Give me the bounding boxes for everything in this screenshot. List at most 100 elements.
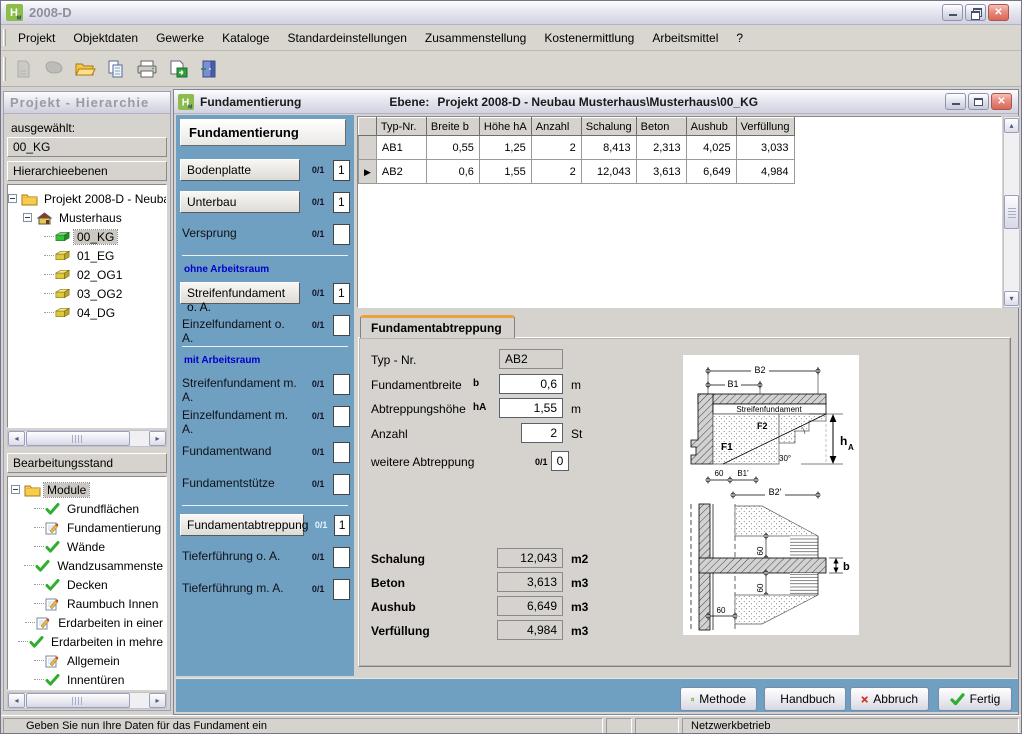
scrollbar-thumb[interactable] <box>1004 195 1019 229</box>
scroll-left-button[interactable]: ◂ <box>8 431 25 446</box>
cell[interactable]: AB1 <box>376 136 426 160</box>
tree-node-floor[interactable]: 00_KG <box>8 227 166 246</box>
scroll-left-button[interactable]: ◂ <box>8 693 25 708</box>
cell[interactable]: 2 <box>531 136 581 160</box>
module-item[interactable]: Decken <box>8 575 166 594</box>
cell[interactable]: 2,313 <box>636 136 686 160</box>
bodenplatte-count-field[interactable]: 1 <box>333 160 350 181</box>
unterbau-button[interactable]: Unterbau <box>180 191 300 213</box>
cell[interactable]: 3,613 <box>636 160 686 184</box>
module-item[interactable]: Erdarbeiten in einer <box>8 613 166 632</box>
streifenfundament-oa-button[interactable]: Streifenfundament o. A. <box>180 282 300 304</box>
col-typ-nr[interactable]: Typ-Nr. <box>376 118 426 136</box>
module-item[interactable]: Fundamentierung <box>8 518 166 537</box>
versprung-count-field[interactable] <box>333 224 350 245</box>
restore-button[interactable] <box>965 4 986 21</box>
fundamentstuetze-count-field[interactable] <box>333 474 350 495</box>
scroll-right-button[interactable]: ▸ <box>149 431 166 446</box>
tree-node-floor[interactable]: 01_EG <box>8 246 166 265</box>
col-hoehe-ha[interactable]: Höhe hA <box>479 118 531 136</box>
module-item[interactable]: Innentüren <box>8 670 166 689</box>
scroll-right-button[interactable]: ▸ <box>149 693 166 708</box>
tree-node-floor[interactable]: 02_OG1 <box>8 265 166 284</box>
fundamentwand-item[interactable]: Fundamentwand <box>180 441 300 463</box>
cell[interactable]: 8,413 <box>581 136 636 160</box>
print-icon[interactable] <box>133 56 161 82</box>
menu-kataloge[interactable]: Kataloge <box>213 27 278 49</box>
row-selector[interactable] <box>359 136 377 160</box>
streifenfundament-ma-count-field[interactable] <box>333 374 350 395</box>
einzelfundament-oa-item[interactable]: Einzelfundament o. A. <box>180 314 300 336</box>
copy-icon[interactable] <box>102 56 130 82</box>
anzahl-field[interactable]: 2 <box>521 423 563 443</box>
abbruch-button[interactable]: Abbruch <box>850 687 929 711</box>
module-item[interactable]: Wandzusammenste <box>8 556 166 575</box>
new-document-icon[interactable] <box>9 56 37 82</box>
cell[interactable]: 4,984 <box>736 160 794 184</box>
unterbau-count-field[interactable]: 1 <box>333 192 350 213</box>
einzelfundament-ma-item[interactable]: Einzelfundament m. A. <box>180 405 300 427</box>
scrollbar-thumb[interactable] <box>26 693 130 708</box>
minimize-button[interactable] <box>945 93 966 110</box>
col-breite-b[interactable]: Breite b <box>426 118 479 136</box>
scroll-down-button[interactable]: ▾ <box>1004 291 1019 306</box>
tree-node-module[interactable]: Module <box>8 480 166 499</box>
cell[interactable]: 3,033 <box>736 136 794 160</box>
cell[interactable]: 1,25 <box>479 136 531 160</box>
exit-door-icon[interactable] <box>195 56 223 82</box>
minimize-button[interactable] <box>942 4 963 21</box>
scrollbar-thumb[interactable] <box>26 431 130 446</box>
tree-node-building[interactable]: Musterhaus <box>8 208 166 227</box>
streifenfundament-oa-count-field[interactable]: 1 <box>333 283 350 304</box>
abtreppungshoehe-field[interactable]: 1,55 <box>499 398 563 418</box>
table-row-active[interactable]: ▶ AB2 0,6 1,55 2 12,043 3,613 6,649 4,98… <box>359 160 795 184</box>
fundamentwand-count-field[interactable] <box>333 442 350 463</box>
bodenplatte-button[interactable]: Bodenplatte <box>180 159 300 181</box>
cell[interactable]: 0,6 <box>426 160 479 184</box>
open-disabled-icon[interactable] <box>40 56 68 82</box>
menu-arbeitsmittel[interactable]: Arbeitsmittel <box>643 27 727 49</box>
cell[interactable]: 1,55 <box>479 160 531 184</box>
export-icon[interactable] <box>164 56 192 82</box>
col-anzahl[interactable]: Anzahl <box>531 118 581 136</box>
collapse-icon[interactable] <box>11 485 20 494</box>
fundamentstuetze-item[interactable]: Fundamentstütze <box>180 473 300 495</box>
versprung-item[interactable]: Versprung <box>180 223 300 245</box>
col-schalung[interactable]: Schalung <box>581 118 636 136</box>
scroll-up-button[interactable]: ▴ <box>1004 118 1019 133</box>
methode-button[interactable]: H M Methode <box>680 687 757 711</box>
module-item[interactable]: Grundflächen <box>8 499 166 518</box>
cell[interactable]: AB2 <box>376 160 426 184</box>
close-button[interactable]: ✕ <box>991 93 1012 110</box>
tieferfuehrung-oa-count-field[interactable] <box>333 547 350 568</box>
einzelfundament-oa-count-field[interactable] <box>333 315 350 336</box>
tree-node-floor[interactable]: 04_DG <box>8 303 166 322</box>
cell[interactable]: 12,043 <box>581 160 636 184</box>
fertig-button[interactable]: Fertig <box>938 687 1012 711</box>
row-selector-active[interactable]: ▶ <box>359 160 377 184</box>
cell[interactable]: 4,025 <box>686 136 736 160</box>
module-item[interactable]: Allgemein <box>8 651 166 670</box>
menu-help[interactable]: ? <box>727 27 752 49</box>
tieferfuehrung-ma-item[interactable]: Tieferführung m. A. <box>180 578 300 600</box>
menu-projekt[interactable]: Projekt <box>9 27 64 49</box>
streifenfundament-ma-item[interactable]: Streifenfundament m. A. <box>180 373 300 395</box>
menu-standardeinstellungen[interactable]: Standardeinstellungen <box>278 27 415 49</box>
folder-open-icon[interactable] <box>71 56 99 82</box>
tab-fundamentabtreppung[interactable]: Fundamentabtreppung <box>360 315 515 338</box>
cell[interactable]: 6,649 <box>686 160 736 184</box>
tree-node-floor[interactable]: 03_OG2 <box>8 284 166 303</box>
module-item[interactable]: Wände <box>8 537 166 556</box>
weitere-abtreppung-field[interactable]: 0 <box>551 451 569 471</box>
close-button[interactable]: ✕ <box>988 4 1009 21</box>
fundamentbreite-field[interactable]: 0,6 <box>499 374 563 394</box>
einzelfundament-ma-count-field[interactable] <box>333 406 350 427</box>
maximize-button[interactable] <box>968 93 989 110</box>
tieferfuehrung-oa-item[interactable]: Tieferführung o. A. <box>180 546 300 568</box>
menu-objektdaten[interactable]: Objektdaten <box>64 27 147 49</box>
col-verfuellung[interactable]: Verfüllung <box>736 118 794 136</box>
col-beton[interactable]: Beton <box>636 118 686 136</box>
menu-zusammenstellung[interactable]: Zusammenstellung <box>416 27 535 49</box>
handbuch-button[interactable]: Handbuch <box>764 687 846 711</box>
fundamentabtreppung-button[interactable]: Fundamentabtreppung <box>180 514 304 536</box>
